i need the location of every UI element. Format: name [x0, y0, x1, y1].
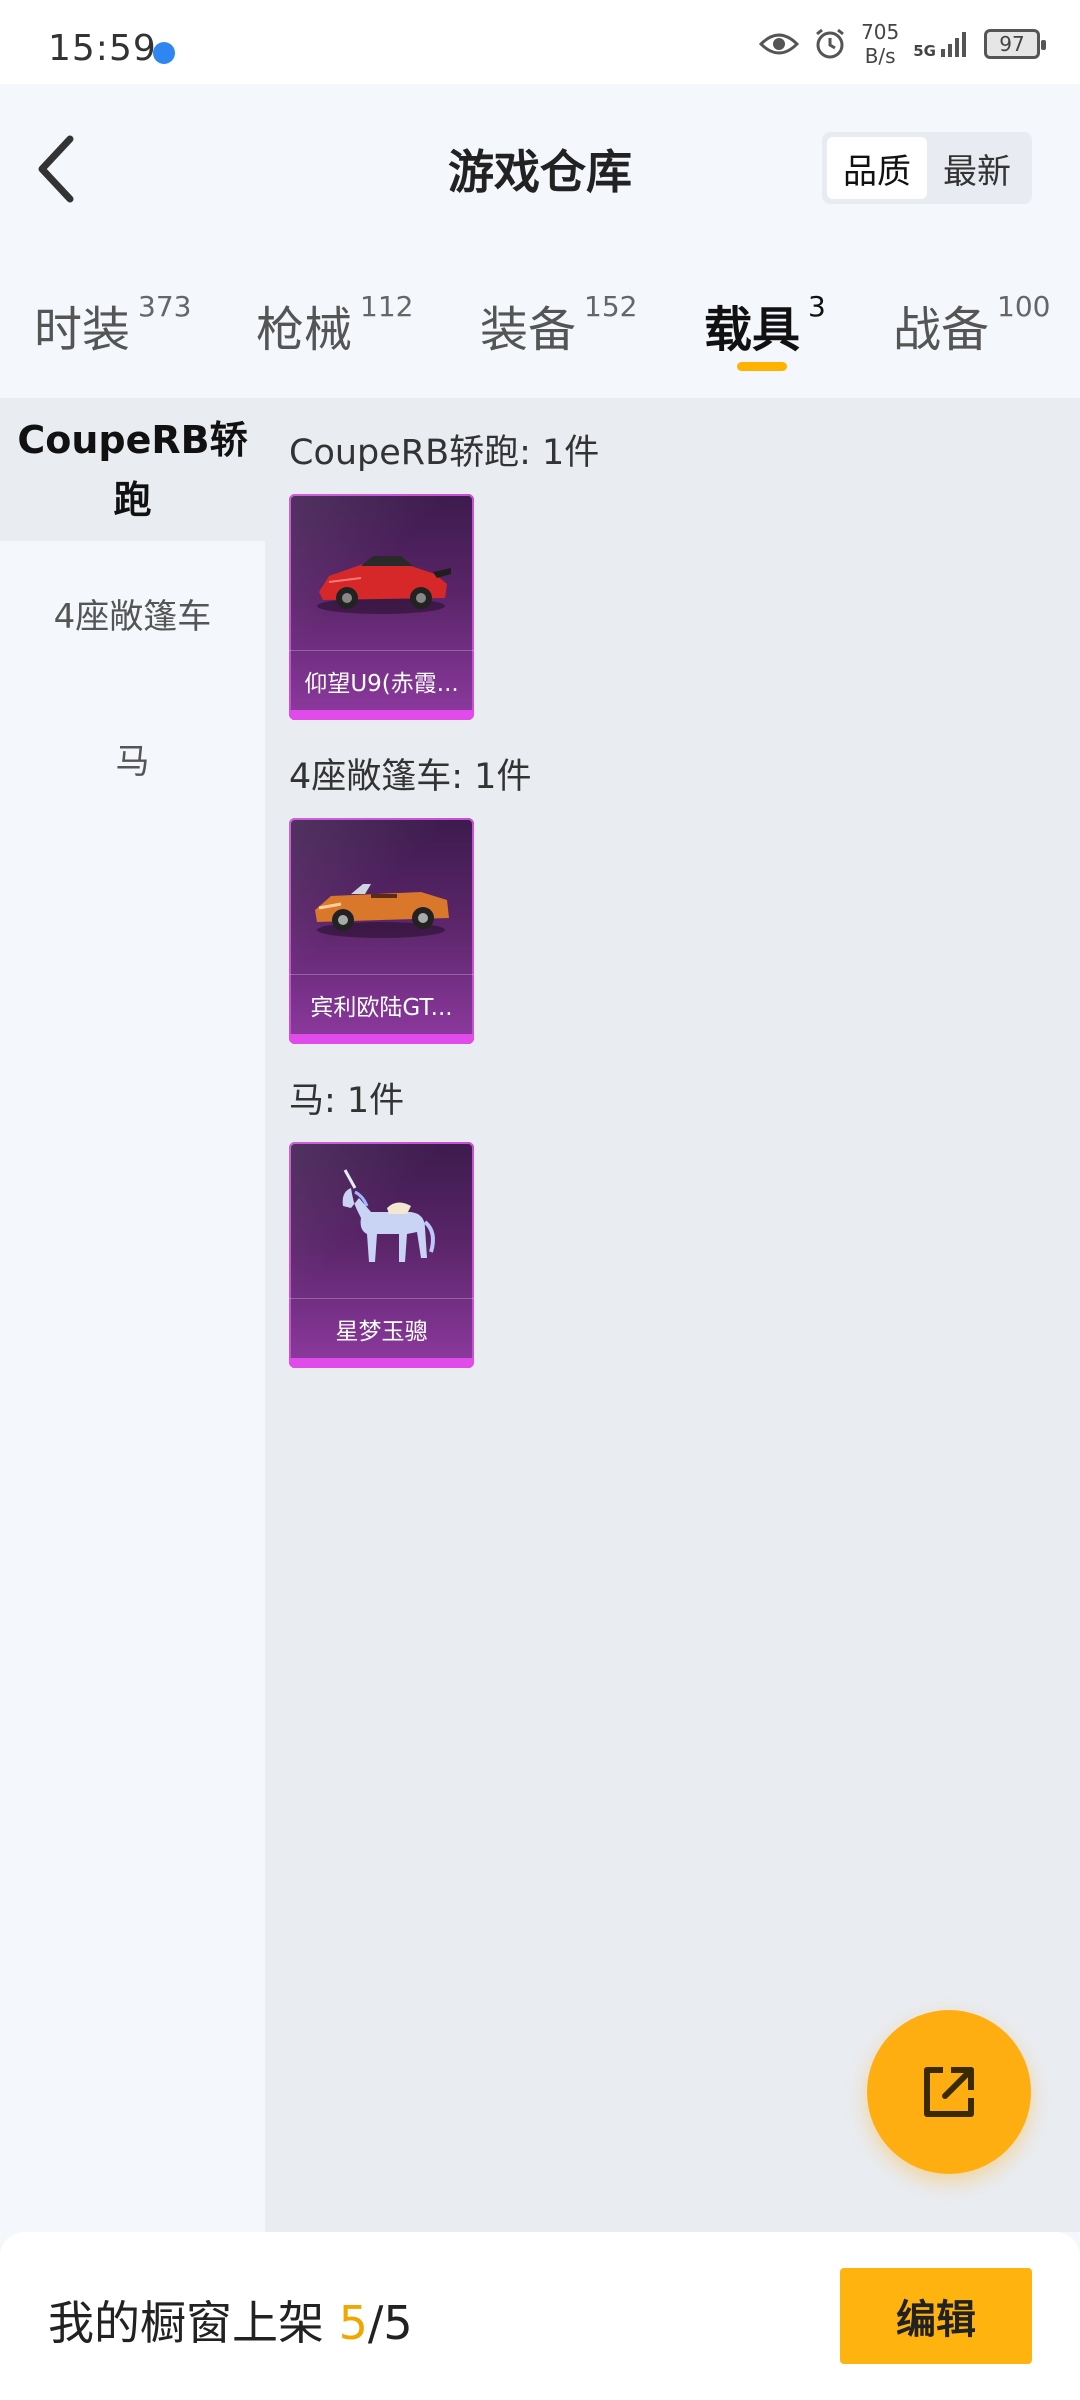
- sidebar-item-convertible[interactable]: 4座敞篷车: [0, 541, 265, 686]
- battery-level: 97: [999, 32, 1025, 56]
- sidebar-item-horse[interactable]: 马: [0, 686, 265, 831]
- tab-equipment[interactable]: 装备 152: [480, 290, 637, 360]
- tab-count: 112: [360, 290, 414, 323]
- notification-dot-icon: [153, 42, 175, 64]
- tab-vehicles[interactable]: 载具 3: [704, 290, 826, 360]
- crystal-unicorn-icon: [342, 1169, 435, 1262]
- tab-label: 战备: [893, 302, 990, 358]
- card-rarity-bar: [289, 710, 474, 720]
- item-name: 宾利欧陆GT...: [289, 974, 474, 1034]
- tab-count: 100: [997, 290, 1051, 323]
- sidebar-item-coupe[interactable]: CoupeRB轿跑: [0, 398, 265, 541]
- net-speed-value: 705: [861, 20, 900, 44]
- item-name: 仰望U9(赤霞...: [289, 650, 474, 710]
- group-title-horse: 马: 1件: [289, 1081, 405, 1121]
- group-title-coupe: CoupeRB轿跑: 1件: [289, 433, 600, 473]
- tab-count: 373: [138, 290, 192, 323]
- item-name: 星梦玉骢: [289, 1298, 474, 1358]
- item-list: CoupeRB轿跑: 1件 仰望U9(赤霞... 4座敞篷车: 1件 宾利欧陆G…: [265, 398, 1080, 2232]
- showcase-label: 我的橱窗上架: [48, 2296, 324, 2350]
- item-card-coupe[interactable]: 仰望U9(赤霞...: [289, 494, 474, 720]
- header: 游戏仓库 品质 最新: [0, 84, 1080, 252]
- red-sports-car-icon: [317, 556, 451, 614]
- tab-label: 时装: [34, 302, 131, 358]
- bottom-bar: 我的橱窗上架 5/5 编辑: [0, 2232, 1080, 2400]
- tab-label: 装备: [480, 302, 577, 358]
- signal-indicator: 5G: [913, 29, 970, 59]
- orange-convertible-icon: [315, 884, 449, 938]
- sort-quality-option[interactable]: 品质: [827, 137, 927, 199]
- alarm-icon: [816, 28, 844, 59]
- group-title-convertible: 4座敞篷车: 1件: [289, 757, 532, 797]
- status-icons: 705 B/s 5G 97: [759, 20, 1046, 68]
- showcase-count: 5: [338, 2296, 368, 2350]
- network-type: 5G: [913, 42, 936, 60]
- card-rarity-bar: [289, 1034, 474, 1044]
- showcase-status: 我的橱窗上架 5/5: [48, 2287, 413, 2353]
- signal-icon: [941, 32, 966, 57]
- tab-label: 载具: [704, 302, 801, 358]
- item-card-horse[interactable]: 星梦玉骢: [289, 1142, 474, 1368]
- status-bar: 15:59 705 B/s 5G 97: [0, 0, 1080, 84]
- eye-icon: [759, 33, 800, 55]
- tab-fashion[interactable]: 时装 373: [34, 290, 191, 360]
- showcase-separator: /: [367, 2296, 384, 2350]
- battery-icon: 97: [984, 29, 1046, 59]
- tab-count: 3: [808, 290, 826, 323]
- tab-combat-gear[interactable]: 战备 100: [893, 290, 1050, 360]
- share-external-icon: [924, 2067, 974, 2117]
- status-time: 15:59: [48, 28, 157, 69]
- tab-count: 152: [584, 290, 638, 323]
- sort-toggle: 品质 最新: [822, 132, 1032, 204]
- active-tab-indicator: [737, 362, 787, 371]
- share-fab-button[interactable]: [867, 2010, 1031, 2174]
- category-tabs: 时装 373 枪械 112 装备 152 载具 3 战备 100: [0, 252, 1080, 398]
- item-card-convertible[interactable]: 宾利欧陆GT...: [289, 818, 474, 1044]
- tab-guns[interactable]: 枪械 112: [256, 290, 413, 360]
- net-speed-unit: B/s: [864, 44, 896, 68]
- card-rarity-bar: [289, 1358, 474, 1368]
- edit-button[interactable]: 编辑: [840, 2268, 1032, 2364]
- net-speed: 705 B/s: [861, 20, 899, 68]
- tab-label: 枪械: [256, 302, 353, 358]
- subcategory-sidebar: CoupeRB轿跑 4座敞篷车 马: [0, 398, 265, 2232]
- sort-newest-option[interactable]: 最新: [927, 137, 1027, 199]
- showcase-total: 5: [383, 2296, 413, 2350]
